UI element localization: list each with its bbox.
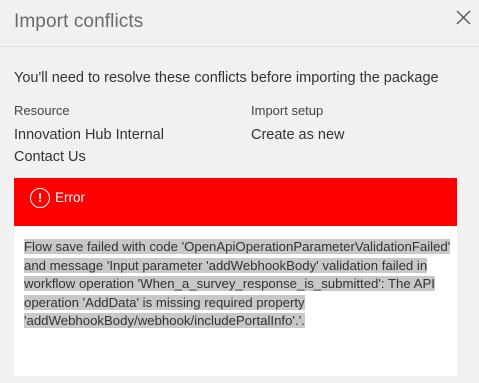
error-message[interactable]: Flow save failed with code 'OpenApiOpera… [24, 238, 454, 331]
error-banner: ! Error [14, 178, 457, 226]
error-message-text[interactable]: Flow save failed with code 'OpenApiOpera… [24, 239, 451, 328]
error-circle-icon: ! [30, 188, 50, 208]
close-button[interactable] [452, 7, 474, 29]
resource-item: Contact Us [14, 149, 86, 165]
import-setup-column-header: Import setup [251, 103, 324, 118]
error-message-box: Flow save failed with code 'OpenApiOpera… [14, 226, 457, 376]
resource-column-header: Resource [14, 103, 70, 118]
resource-item: Innovation Hub Internal [14, 127, 164, 143]
intro-text: You'll need to resolve these conflicts b… [14, 70, 439, 86]
dialog-title: Import conflicts [14, 11, 144, 32]
dialog-header: Import conflicts [0, 0, 479, 47]
close-icon [456, 10, 471, 25]
error-label: Error [55, 190, 85, 205]
import-setup-value: Create as new [251, 127, 345, 143]
